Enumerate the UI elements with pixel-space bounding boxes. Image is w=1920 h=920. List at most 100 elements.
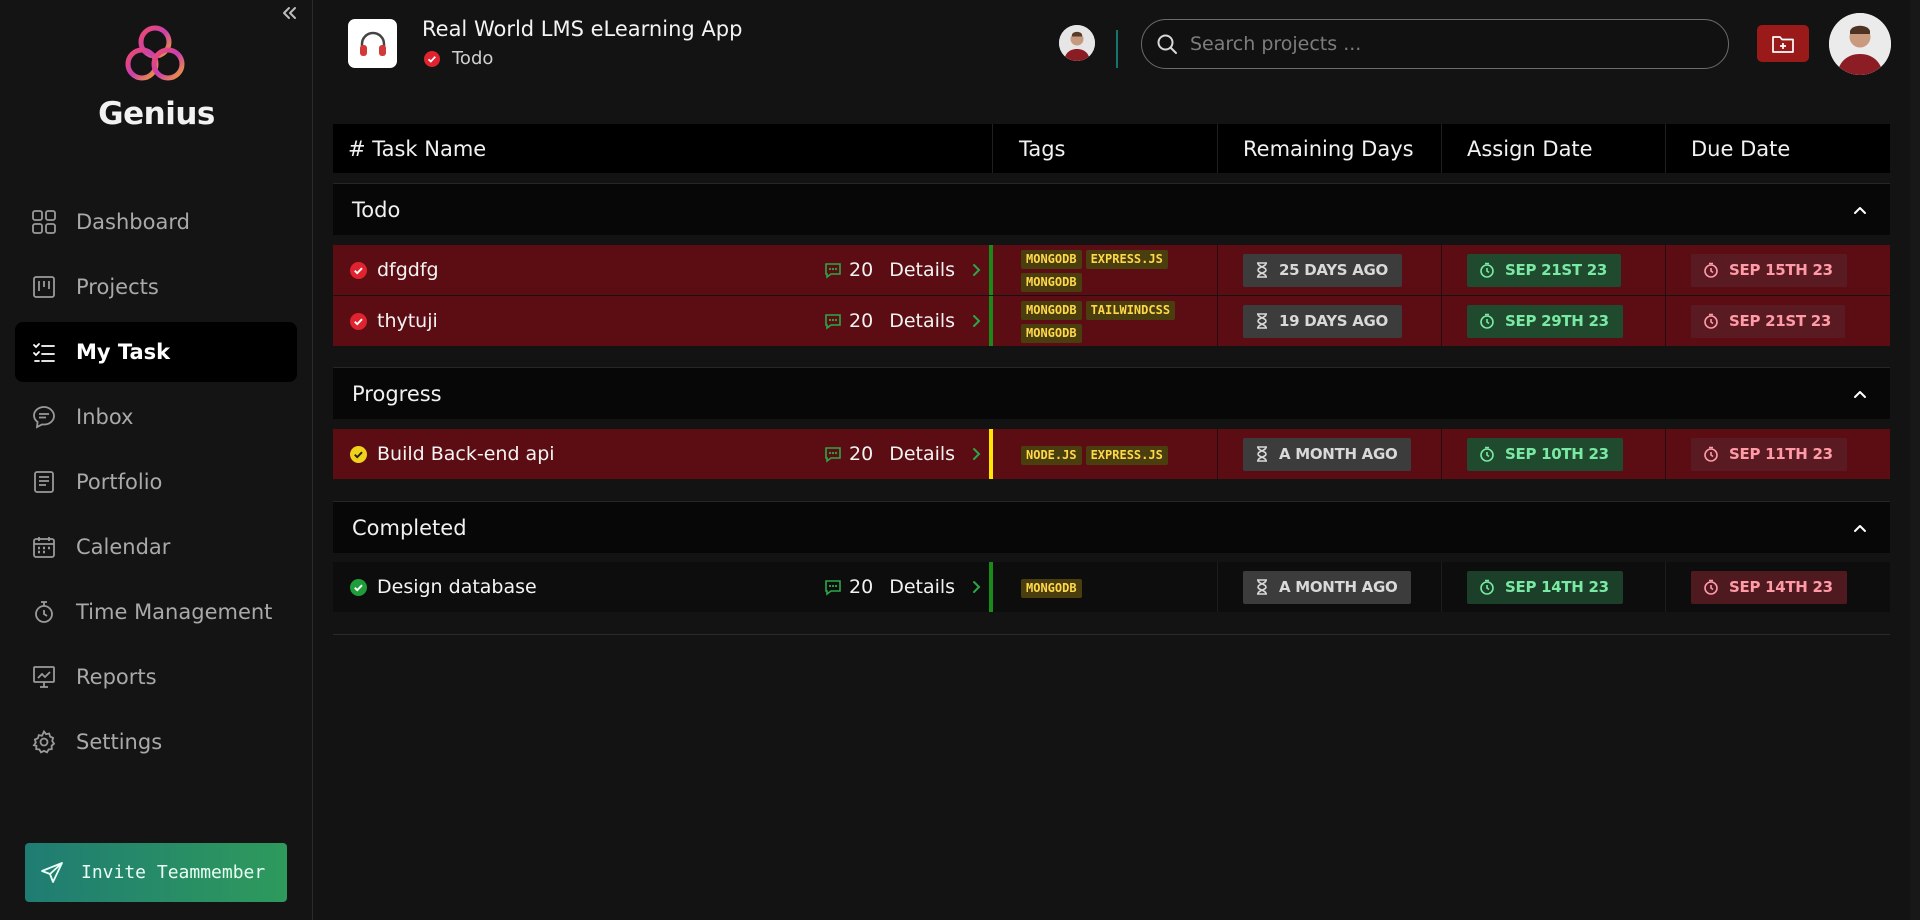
group-header-progress[interactable]: Progress [333,367,1890,419]
nav-label: Inbox [76,405,134,429]
nav-label: Time Management [76,600,273,624]
details-link[interactable]: Details [889,443,955,465]
hourglass-icon [1257,313,1267,329]
tag: MONGODB [1021,250,1082,269]
project-title: Real World LMS eLearning App [422,17,743,41]
due-date-badge: SEP 14TH 23 [1691,570,1847,604]
nav-item-calendar[interactable]: Calendar [15,517,297,577]
table-row[interactable]: thytuji 20 Details MONGODB TAILWINDCSS M… [333,296,1890,346]
chevron-right-icon [973,264,981,276]
col-task-name[interactable]: # Task Name [333,124,993,173]
stopwatch-icon [1480,262,1494,278]
task-name[interactable]: Build Back-end api [377,443,555,465]
collapse-sidebar-icon[interactable] [278,2,300,24]
details-link[interactable]: Details [889,259,955,281]
nav-item-reports[interactable]: Reports [15,647,297,707]
nav-label: Calendar [76,535,171,559]
due-date-badge: SEP 11TH 23 [1691,437,1847,471]
grid-icon [30,208,58,236]
hourglass-icon [1257,446,1267,462]
col-assign-date[interactable]: Assign Date [1442,124,1666,173]
tag-list: MONGODB TAILWINDCSS MONGODB [993,296,1218,346]
completed-status-icon [350,578,367,596]
remaining-days-badge: 25 DAYS AGO [1243,253,1402,287]
col-remaining-days[interactable]: Remaining Days [1218,124,1442,173]
table-row[interactable]: Build Back-end api 20 Details NODE.JS EX… [333,429,1890,479]
col-tags[interactable]: Tags [993,124,1218,173]
task-name[interactable]: Design database [377,576,537,598]
brand-name: Genius [98,96,215,132]
chevron-right-icon [973,581,981,593]
user-avatar[interactable] [1829,13,1891,75]
kanban-icon [30,273,58,301]
remaining-days-badge: 19 DAYS AGO [1243,304,1402,338]
stopwatch-icon [1480,313,1494,329]
nav-item-dashboard[interactable]: Dashboard [15,192,297,252]
task-name[interactable]: dfgdfg [377,259,439,281]
nav-item-inbox[interactable]: Inbox [15,387,297,447]
hourglass-icon [1257,262,1267,278]
nav-item-my-task[interactable]: My Task [15,322,297,382]
tag: MONGODB [1021,301,1082,320]
search-bar[interactable] [1141,19,1729,69]
folder-plus-icon [1772,35,1794,53]
chevron-up-icon [1854,206,1866,214]
stopwatch-icon [1480,579,1494,595]
assign-date-badge: SEP 10TH 23 [1467,437,1623,471]
nav-item-time-management[interactable]: Time Management [15,582,297,642]
nav-item-projects[interactable]: Projects [15,257,297,317]
table-bottom-divider [333,634,1890,635]
comment-count: 20 [849,443,874,465]
comment-icon [825,263,841,279]
group-header-completed[interactable]: Completed [333,501,1890,553]
group-title: Progress [352,381,442,406]
assign-date-badge: SEP 29TH 23 [1467,304,1623,338]
chevron-up-icon [1854,524,1866,532]
stopwatch-icon [1480,446,1494,462]
nav-label: Projects [76,275,159,299]
tag-list: MONGODB [993,562,1218,612]
invite-label: Invite Teammember [81,862,266,883]
comment-icon [825,447,841,463]
comment-count: 20 [849,576,874,598]
tag: NODE.JS [1021,445,1082,465]
due-date-badge: SEP 21ST 23 [1691,304,1845,338]
task-table: # Task Name Tags Remaining Days Assign D… [333,124,1890,635]
table-row[interactable]: Design database 20 Details MONGODB A MON… [333,562,1890,612]
todo-status-icon [350,312,367,330]
project-status: Todo [424,48,493,69]
stopwatch-icon [1704,313,1718,329]
nav-label: Settings [76,730,163,754]
stopwatch-icon [1704,446,1718,462]
details-link[interactable]: Details [889,310,955,332]
headphones-icon [359,31,386,56]
sidebar: Genius Dashboard Projects My Task Inbox … [0,0,313,920]
main-nav: Dashboard Projects My Task Inbox Portfol… [15,192,297,777]
group-header-todo[interactable]: Todo [333,183,1890,235]
comment-icon [825,314,841,330]
due-date-badge: SEP 15TH 23 [1691,253,1847,287]
nav-label: Portfolio [76,470,163,494]
todo-status-icon [350,261,367,279]
invite-teammember-button[interactable]: Invite Teammember [25,843,287,902]
nav-item-portfolio[interactable]: Portfolio [15,452,297,512]
header-divider [1116,30,1118,68]
nav-label: Dashboard [76,210,190,234]
table-row[interactable]: dfgdfg 20 Details MONGODB EXPRESS.JS MON… [333,245,1890,295]
remaining-days-badge: A MONTH AGO [1243,570,1412,604]
add-project-button[interactable] [1757,25,1809,62]
todo-status-icon [424,50,440,67]
gear-icon [30,728,58,756]
details-link[interactable]: Details [889,576,955,598]
member-avatar[interactable] [1059,25,1095,61]
col-due-date[interactable]: Due Date [1666,124,1890,173]
scrollbar[interactable] [1910,0,1920,920]
document-icon [30,468,58,496]
task-name[interactable]: thytuji [377,310,438,332]
task-list-icon [30,338,58,366]
nav-item-settings[interactable]: Settings [15,712,297,772]
progress-status-icon [350,445,367,463]
chart-icon [30,663,58,691]
search-input[interactable] [1190,33,1690,55]
search-icon [1157,34,1177,54]
